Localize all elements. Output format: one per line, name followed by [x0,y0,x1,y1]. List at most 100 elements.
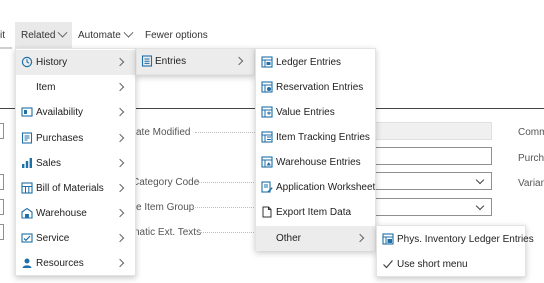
menu-item-warehouse[interactable]: Warehouse [16,201,135,226]
varian-label: Varian [518,178,544,189]
chevron-down-icon [58,27,68,38]
field-fragment [0,224,4,240]
entries-submenu: Ledger Entries Reservation Entries Value… [255,48,376,251]
purchases-icon [21,132,33,144]
history-submenu: Entries [136,48,255,75]
item-group-dropdown[interactable] [375,198,492,216]
menu-item-label: Resources [36,258,84,269]
chevron-right-icon [355,233,365,243]
menu-item-warehouse-entries[interactable]: Warehouse Entries [256,150,375,175]
category-code-dropdown[interactable] [375,172,492,190]
menu-item-phys-inventory-ledger-entries[interactable]: Phys. Inventory Ledger Entries [377,227,534,252]
label-leader [192,207,256,208]
application-worksheet-icon [261,181,273,193]
related-label: Related [21,29,56,41]
chevron-right-icon [115,233,125,243]
related-menu-button[interactable]: Related [15,22,72,48]
chevron-down-icon [475,201,485,211]
chevron-down-icon [123,27,134,38]
menu-item-resources[interactable]: Resources [16,251,135,276]
availability-icon [21,107,33,117]
edit-action-label: it [0,29,5,41]
chevron-down-icon [475,175,485,185]
item-group-label: e Item Group [136,202,195,213]
purcha-label: Purcha [518,153,544,164]
menu-item-label: Warehouse Entries [276,157,361,168]
menu-item-label: Entries [155,56,187,67]
warehouse-entries-icon [261,156,273,168]
chevron-right-icon [115,208,125,218]
checkmark-icon [383,260,393,269]
menu-item-reservation-entries[interactable]: Reservation Entries [256,75,375,100]
menu-item-other[interactable]: Other [256,226,375,251]
menu-item-label: Export Item Data [276,207,352,218]
menu-item-label: Item [36,82,56,93]
automate-menu-button[interactable]: Automate [78,22,140,48]
menu-item-label: Bill of Materials [36,183,104,194]
sales-icon [22,158,32,168]
menu-item-label: Service [36,233,70,244]
phys-inventory-ledger-entries-icon [382,233,394,245]
service-icon [21,233,33,243]
edit-action-fragment[interactable]: it [0,22,12,48]
menu-item-item[interactable]: Item [16,75,135,100]
chevron-right-icon [115,107,125,117]
text-field[interactable] [375,147,492,165]
menu-item-label: Reservation Entries [276,82,364,93]
chevron-right-icon [115,258,125,268]
field-fragment [0,199,4,215]
date-modified-label: ate Modified [136,127,191,138]
chevron-right-icon [115,133,125,143]
menu-item-export-item-data[interactable]: Export Item Data [256,200,375,225]
item-tracking-entries-icon [261,131,273,143]
related-menu: History Item Availability Purchases Sale… [15,48,136,276]
label-leader [198,232,256,233]
menu-item-item-tracking-entries[interactable]: Item Tracking Entries [256,125,375,150]
comm-label: Comm [518,127,544,138]
menu-item-sales[interactable]: Sales [16,151,135,176]
menu-item-ledger-entries[interactable]: Ledger Entries [256,50,375,75]
menu-item-label: Warehouse [36,208,87,219]
chevron-right-icon [115,82,125,92]
reservation-entries-icon [261,81,273,93]
menu-item-entries[interactable]: Entries [137,49,254,74]
menu-item-history[interactable]: History [16,50,135,75]
menu-item-value-entries[interactable]: Value Entries [256,100,375,125]
fewer-options-button[interactable]: Fewer options [145,22,215,48]
action-bar: it Related Automate Fewer options [0,22,544,50]
chevron-right-icon [234,56,244,66]
fewer-options-label: Fewer options [145,29,208,41]
history-icon [21,56,33,68]
menu-item-label: Item Tracking Entries [276,132,370,143]
chevron-right-icon [115,183,125,193]
warehouse-icon [21,207,33,219]
export-item-data-icon [262,206,272,218]
field-fragment [0,174,4,190]
menu-item-application-worksheet[interactable]: Application Worksheet [256,175,375,200]
label-leader [198,182,256,183]
read-only-field [375,122,492,140]
ledger-entries-icon [261,56,273,68]
menu-item-service[interactable]: Service [16,226,135,251]
menu-item-bill-of-materials[interactable]: Bill of Materials [16,176,135,201]
field-fragment [0,123,4,139]
menu-item-availability[interactable]: Availability [16,100,135,125]
ext-texts-label: natic Ext. Texts [134,227,202,238]
menu-item-label: Application Worksheet [276,182,376,193]
menu-item-label: Ledger Entries [276,57,342,68]
menu-item-label: Sales [36,158,62,169]
menu-item-label: History [36,57,68,68]
value-entries-icon [261,106,273,118]
menu-item-use-short-menu[interactable]: Use short menu [377,252,525,277]
chevron-right-icon [115,57,125,67]
resources-icon [22,258,32,268]
other-submenu: Phys. Inventory Ledger Entries Use short… [376,225,534,277]
category-code-label: Category Code [132,177,200,188]
menu-item-label: Availability [36,107,84,118]
bill-of-materials-icon [21,182,33,194]
action-bar-divider [0,47,12,49]
menu-item-label: Use short menu [397,259,468,270]
menu-item-label: Purchases [36,133,84,144]
automate-label: Automate [78,29,121,41]
menu-item-purchases[interactable]: Purchases [16,126,135,151]
